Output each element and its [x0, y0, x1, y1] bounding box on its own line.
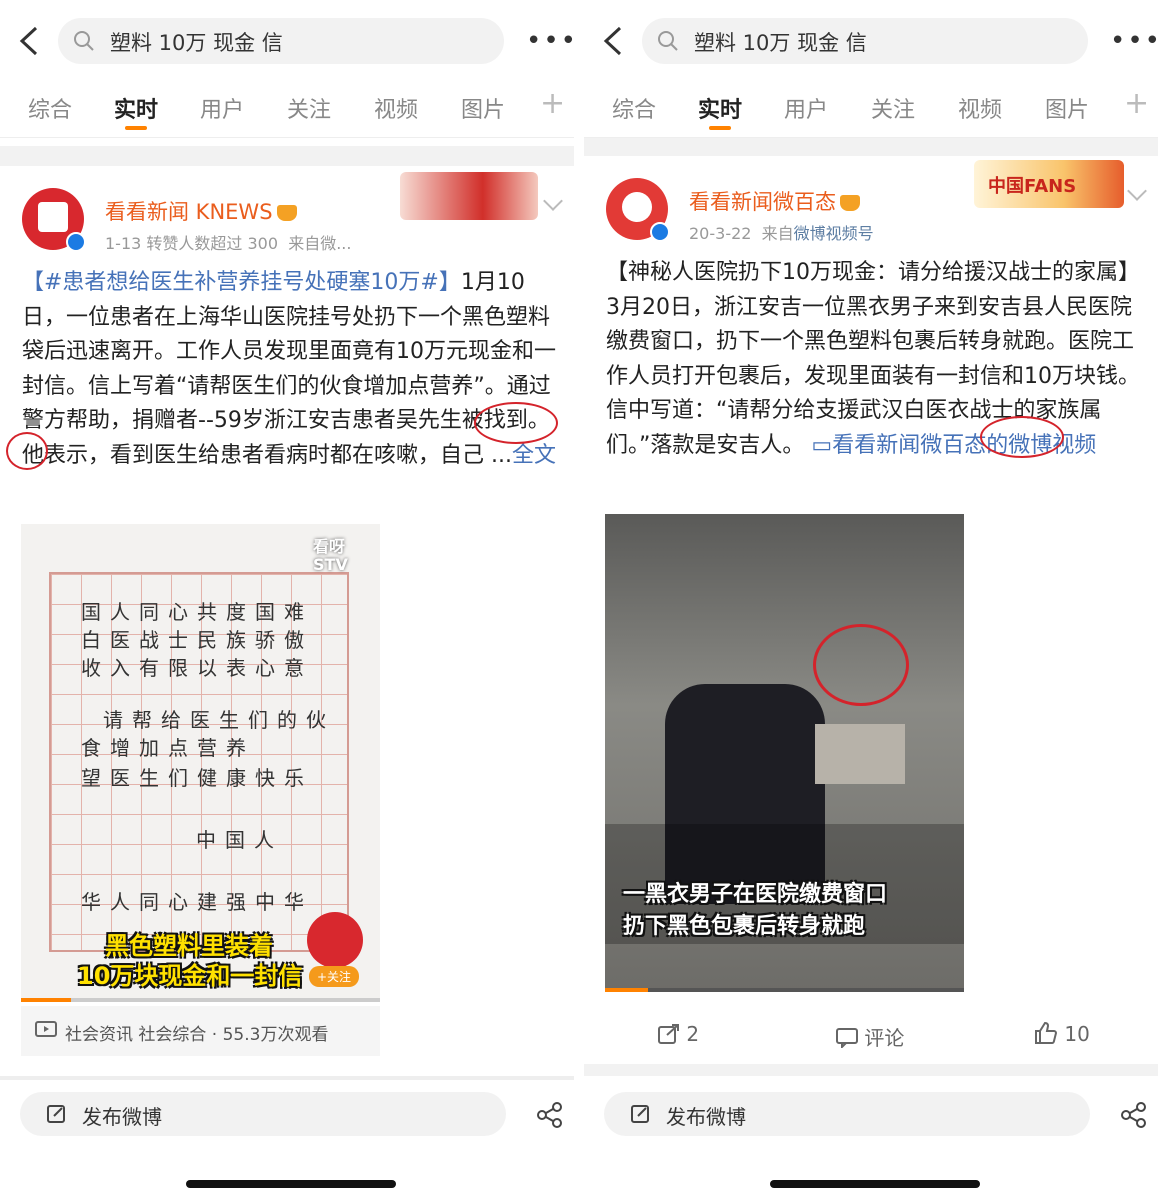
- feed-separator: [584, 1064, 1158, 1076]
- letter-line: 食增加点营养: [81, 736, 255, 760]
- search-icon: [74, 31, 94, 51]
- crown-icon: [840, 195, 860, 211]
- video-thumbnail[interactable]: 一黑衣男子在医院缴费窗口 扔下黑色包裹后转身就跑: [605, 514, 964, 992]
- screenshot-stage: 塑料 10万 现金 信 ••• 综合 实时 用户 关注 视频 图片 + 看看新闻…: [0, 0, 1167, 1200]
- home-indicator: [186, 1180, 396, 1188]
- station-watermark: 看呀 STV: [313, 537, 348, 574]
- search-input[interactable]: 塑料 10万 现金 信: [642, 18, 1088, 64]
- tab-realtime[interactable]: 实时: [114, 92, 158, 124]
- add-tab-icon[interactable]: +: [540, 86, 565, 121]
- share-icon[interactable]: [536, 1102, 564, 1128]
- filter-tabs: 综合 实时 用户 关注 视频 图片 +: [0, 80, 574, 138]
- counter: [815, 724, 905, 784]
- home-indicator: [770, 1180, 980, 1188]
- tab-active-indicator: [125, 126, 147, 130]
- comment-icon: [836, 1028, 858, 1050]
- compose-label: 发布微博: [82, 1105, 162, 1129]
- annotation-circle: [474, 402, 558, 444]
- thumbs-up-icon: [1035, 1021, 1058, 1044]
- compose-post-input[interactable]: 发布微博: [604, 1092, 1090, 1136]
- annotation-circle: [813, 624, 909, 706]
- post-username[interactable]: 看看新闻 KNEWS: [105, 196, 297, 226]
- tab-comprehensive[interactable]: 综合: [612, 92, 656, 124]
- letter-line: 望医生们健康快乐: [81, 766, 313, 790]
- hashtag-link[interactable]: 【#患者想给医生补营养挂号处硬塞10万#】: [22, 270, 461, 295]
- compose-post-input[interactable]: 发布微博: [20, 1092, 506, 1136]
- weibo-post[interactable]: 看看新闻 KNEWS 1-13 转赞人数超过 300 来自微... 【#患者想给…: [0, 166, 574, 1080]
- post-actions: 2 评论 10: [584, 1008, 1158, 1064]
- follow-button[interactable]: +关注: [309, 966, 360, 987]
- crown-icon: [276, 205, 297, 221]
- search-query: 塑料 10万 现金 信: [694, 31, 867, 55]
- divider: [0, 1076, 574, 1080]
- post-meta: 20-3-22 来自微博视频号: [689, 224, 874, 243]
- tab-follow[interactable]: 关注: [871, 92, 915, 124]
- letter-line: 中国人: [196, 828, 283, 852]
- tab-images[interactable]: 图片: [1045, 92, 1089, 124]
- tab-video[interactable]: 视频: [958, 92, 1002, 124]
- edit-icon: [631, 1105, 649, 1123]
- tab-realtime[interactable]: 实时: [698, 92, 742, 124]
- chevron-down-icon[interactable]: [1127, 181, 1147, 201]
- add-tab-icon[interactable]: +: [1124, 86, 1149, 121]
- video-meta: 社会资讯 社会综合 · 55.3万次观看: [21, 1006, 380, 1056]
- left-screen: 塑料 10万 现金 信 ••• 综合 实时 用户 关注 视频 图片 + 看看新闻…: [0, 0, 574, 1200]
- post-username[interactable]: 看看新闻微百态: [689, 186, 860, 216]
- fans-badge: 中国FANS: [974, 160, 1124, 208]
- letter-line: 请帮给医生们的伙: [103, 708, 335, 732]
- tab-users[interactable]: 用户: [784, 92, 828, 124]
- channel-logo: [307, 912, 363, 968]
- tab-images[interactable]: 图片: [461, 92, 505, 124]
- filter-tabs: 综合 实时 用户 关注 视频 图片 +: [584, 80, 1158, 138]
- repost-button[interactable]: 2: [658, 1022, 699, 1046]
- tab-active-indicator: [709, 126, 731, 130]
- comment-button[interactable]: 评论: [836, 1022, 904, 1051]
- annotation-circle: [6, 432, 48, 470]
- edit-icon: [47, 1105, 65, 1123]
- feed-separator: [584, 138, 1158, 156]
- letter-line: 华人同心建强中华: [81, 890, 313, 914]
- back-icon[interactable]: [14, 24, 44, 58]
- annotation-circle: [980, 416, 1064, 458]
- back-icon[interactable]: [598, 24, 628, 58]
- decorative-banner: [400, 172, 538, 220]
- feed-separator: [0, 146, 574, 166]
- chevron-down-icon[interactable]: [543, 191, 563, 211]
- right-screen: 塑料 10万 现金 信 ••• 综合 实时 用户 关注 视频 图片 + 看看新闻…: [584, 0, 1158, 1200]
- letter-line: 收入有限以表心意: [81, 656, 313, 680]
- letter-line: 国人同心共度国难: [81, 600, 313, 624]
- tab-users[interactable]: 用户: [200, 92, 244, 124]
- weibo-post[interactable]: 看看新闻微百态 20-3-22 来自微博视频号 中国FANS 【神秘人医院扔下1…: [584, 156, 1158, 1064]
- search-input[interactable]: 塑料 10万 现金 信: [58, 18, 504, 64]
- letter-line: 白医战士民族骄傲: [81, 628, 313, 652]
- post-text: 【#患者想给医生补营养挂号处硬塞10万#】1月10日，一位患者在上海华山医院挂号…: [22, 270, 556, 468]
- more-menu-icon[interactable]: •••: [526, 28, 574, 54]
- tab-follow[interactable]: 关注: [287, 92, 331, 124]
- compose-label: 发布微博: [666, 1105, 746, 1129]
- tab-video[interactable]: 视频: [374, 92, 418, 124]
- top-bar: 塑料 10万 现金 信 •••: [0, 0, 574, 80]
- repost-icon: [658, 1024, 679, 1044]
- video-caption: 一黑衣男子在医院缴费窗口: [623, 882, 888, 907]
- video-caption: 10万块现金和一封信: [77, 962, 303, 990]
- tab-comprehensive[interactable]: 综合: [28, 92, 72, 124]
- more-menu-icon[interactable]: •••: [1110, 28, 1158, 54]
- verified-badge-icon: [66, 232, 86, 252]
- like-button[interactable]: 10: [1034, 1021, 1090, 1046]
- top-bar: 塑料 10万 现金 信 •••: [584, 0, 1158, 80]
- post-meta: 1-13 转赞人数超过 300 来自微...: [105, 234, 352, 253]
- video-thumbnail[interactable]: 国人同心共度国难 白医战士民族骄傲 收入有限以表心意 请帮给医生们的伙 食增加点…: [21, 524, 380, 1002]
- verified-badge-icon: [650, 222, 670, 242]
- video-icon: [35, 1021, 57, 1037]
- video-caption: 扔下黑色包裹后转身就跑: [623, 914, 866, 939]
- share-icon[interactable]: [1120, 1102, 1148, 1128]
- panel-divider: [574, 0, 584, 1200]
- search-icon: [658, 31, 678, 51]
- full-text-link[interactable]: 全文: [512, 443, 556, 468]
- search-query: 塑料 10万 现金 信: [110, 31, 283, 55]
